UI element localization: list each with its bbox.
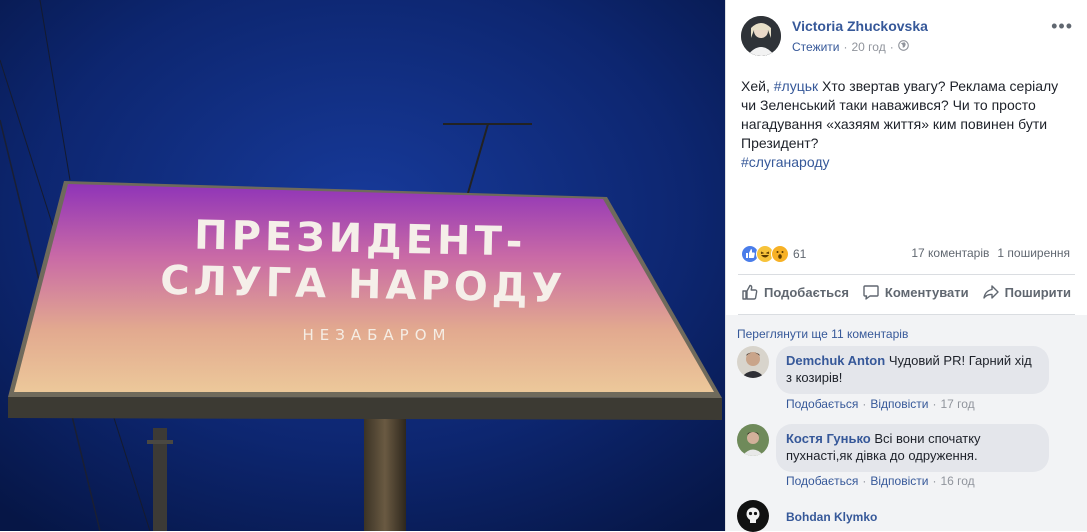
like-button[interactable]: Подобається xyxy=(741,283,849,301)
more-options-icon[interactable]: ••• xyxy=(1051,16,1073,37)
dot-separator: · xyxy=(862,397,867,411)
engagement-counts: 17 коментарів 1 поширення xyxy=(911,246,1070,260)
share-button[interactable]: Поширити xyxy=(982,283,1071,301)
commenter-name[interactable]: Demchuk Anton xyxy=(786,353,885,368)
thumbs-up-icon xyxy=(741,283,759,301)
comments-count[interactable]: 17 коментарів xyxy=(911,246,989,260)
commenter-avatar[interactable] xyxy=(737,500,769,532)
divider xyxy=(738,274,1075,275)
billboard-sub: НЕЗАБАРОМ xyxy=(303,326,452,344)
billboard-line2: СЛУГА НАРОДУ xyxy=(160,258,567,312)
billboard-photo: ПРЕЗИДЕНТ- СЛУГА НАРОДУ НЕЗАБАРОМ xyxy=(0,0,725,531)
comment-button[interactable]: Коментувати xyxy=(862,283,969,301)
comment-bubble-icon xyxy=(862,283,880,301)
comment-bubble: Костя Гунько Всі вони спочатку пухнасті,… xyxy=(776,424,1049,472)
follow-link[interactable]: Стежити xyxy=(792,40,840,54)
comment-like-link[interactable]: Подобається xyxy=(786,474,858,488)
post-author[interactable]: Victoria Zhuckovska xyxy=(792,18,928,34)
comment-like-link[interactable]: Подобається xyxy=(786,397,858,411)
billboard-line1: ПРЕЗИДЕНТ- xyxy=(194,213,527,266)
dot-separator: · xyxy=(932,397,937,411)
comment-reply-link[interactable]: Відповісти xyxy=(870,397,928,411)
comment-actions: Подобається · Відповісти · 17 год xyxy=(786,397,975,411)
reaction-count: 61 xyxy=(793,247,807,261)
comment-time[interactable]: 17 год xyxy=(940,397,974,411)
author-avatar[interactable] xyxy=(741,16,781,56)
post-text-prefix: Хей, xyxy=(741,78,774,94)
post-time[interactable]: 20 год xyxy=(852,40,886,54)
share-label: Поширити xyxy=(1004,284,1071,300)
wow-icon xyxy=(771,245,789,263)
comment-label: Коментувати xyxy=(884,284,969,300)
commenter-name[interactable]: Костя Гунько xyxy=(786,431,871,446)
dot-separator: · xyxy=(862,474,867,488)
post-actions: Подобається Коментувати Поширити xyxy=(741,283,1071,301)
reactions-summary[interactable]: 61 xyxy=(741,245,806,263)
commenter-avatar[interactable] xyxy=(737,424,769,456)
post-sidebar: Victoria Zhuckovska Стежити · 20 год · •… xyxy=(725,0,1087,532)
like-label: Подобається xyxy=(764,284,849,300)
comment-time[interactable]: 16 год xyxy=(940,474,974,488)
globe-icon xyxy=(897,40,909,54)
commenter-avatar[interactable] xyxy=(737,346,769,378)
share-arrow-icon xyxy=(982,283,1000,301)
commenter-name[interactable]: Bohdan Klymko xyxy=(786,510,877,524)
meta-dot: · xyxy=(843,40,848,54)
post-photo[interactable]: ПРЕЗИДЕНТ- СЛУГА НАРОДУ НЕЗАБАРОМ xyxy=(0,0,725,531)
comment-reply-link[interactable]: Відповісти xyxy=(870,474,928,488)
hashtag-lutsk[interactable]: #луцьк xyxy=(774,78,818,94)
hashtag-sluha-narodu[interactable]: #слуганароду xyxy=(741,154,830,170)
view-more-comments-link[interactable]: Переглянути ще 11 коментарів xyxy=(737,327,908,341)
post-meta: Стежити · 20 год · xyxy=(792,40,909,54)
meta-dot: · xyxy=(889,40,894,54)
dot-separator: · xyxy=(932,474,937,488)
comment-actions: Подобається · Відповісти · 16 год xyxy=(786,474,975,488)
post-text: Хей, #луцьк Хто звертав увагу? Реклама с… xyxy=(741,77,1076,172)
shares-count[interactable]: 1 поширення xyxy=(997,246,1070,260)
comment-bubble: Demchuk Anton Чудовий PR! Гарний хід з к… xyxy=(776,346,1049,394)
